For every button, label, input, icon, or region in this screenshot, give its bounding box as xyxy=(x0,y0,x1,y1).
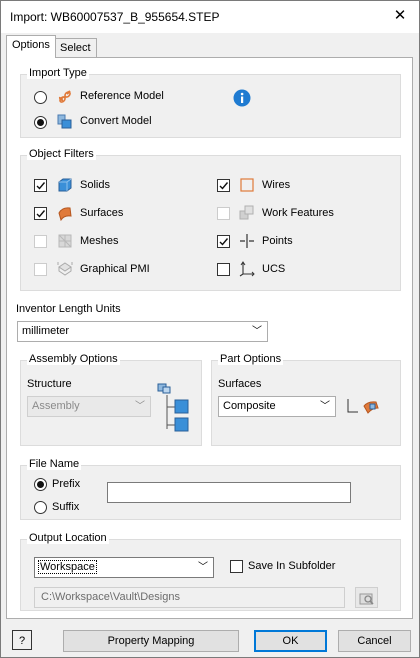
convert-model-icon xyxy=(57,114,72,129)
output-location-title: Output Location xyxy=(27,532,109,544)
surfaces-icon xyxy=(58,207,72,221)
surfaces-checkbox[interactable] xyxy=(34,207,47,220)
tab-select[interactable]: Select xyxy=(54,38,97,58)
import-type-title: Import Type xyxy=(27,67,89,79)
file-name-title: File Name xyxy=(27,458,82,470)
meshes-checkbox[interactable] xyxy=(34,235,47,248)
structure-dropdown[interactable]: Assembly ﹀ xyxy=(27,396,151,417)
help-button[interactable]: ? xyxy=(12,630,32,650)
object-filters-group: Object Filters Solids Wires Surfaces Wor… xyxy=(20,148,401,291)
browse-icon xyxy=(359,593,374,605)
surfaces-option-label: Surfaces xyxy=(218,378,262,390)
reference-model-label: Reference Model xyxy=(80,90,164,102)
window-title: Import: WB60007537_B_955654.STEP xyxy=(10,10,220,24)
ucs-icon xyxy=(239,261,255,277)
link-icon xyxy=(58,90,71,103)
work-features-label: Work Features xyxy=(262,207,334,219)
browse-button[interactable] xyxy=(355,587,378,608)
chevron-down-icon: ﹀ xyxy=(198,562,208,573)
options-panel: Import Type Reference Model Convert Mode… xyxy=(6,57,413,619)
assembly-structure-icon xyxy=(157,383,189,432)
surfaces-value: Composite xyxy=(223,400,276,412)
output-location-group: Output Location Workspace ﹀ Save In Subf… xyxy=(20,532,401,611)
save-in-subfolder-label: Save In Subfolder xyxy=(248,560,336,572)
wires-label: Wires xyxy=(262,179,291,191)
file-name-group: File Name Prefix Suffix xyxy=(20,458,401,520)
ucs-checkbox[interactable] xyxy=(217,263,230,276)
points-icon xyxy=(240,234,254,248)
part-options-title: Part Options xyxy=(218,353,284,365)
tab-options[interactable]: Options xyxy=(6,35,56,58)
chevron-down-icon: ﹀ xyxy=(320,401,330,412)
file-name-input[interactable] xyxy=(107,482,351,503)
graphical-pmi-label: Graphical PMI xyxy=(80,263,150,275)
chevron-down-icon: ﹀ xyxy=(135,401,145,412)
points-label: Points xyxy=(262,235,293,247)
title-bar: Import: WB60007537_B_955654.STEP ✕ xyxy=(1,1,419,33)
wires-checkbox[interactable] xyxy=(217,179,230,192)
solids-icon xyxy=(58,178,72,192)
structure-value: Assembly xyxy=(32,400,80,412)
convert-model-label: Convert Model xyxy=(80,115,152,127)
prefix-radio[interactable] xyxy=(34,478,47,491)
work-features-icon xyxy=(239,205,254,220)
cancel-button[interactable]: Cancel xyxy=(338,630,411,652)
part-options-group: Part Options Surfaces Composite ﹀ xyxy=(211,353,401,446)
ucs-label: UCS xyxy=(262,263,286,275)
pmi-icon xyxy=(57,262,73,276)
length-units-dropdown[interactable]: millimeter ﹀ xyxy=(17,321,268,342)
import-dialog: Import: WB60007537_B_955654.STEP ✕ Optio… xyxy=(0,0,420,658)
help-icon: ? xyxy=(18,635,26,647)
output-path-field[interactable]: C:\Workspace\Vault\Designs xyxy=(34,587,345,608)
structure-label: Structure xyxy=(27,378,72,390)
surfaces-dropdown[interactable]: Composite ﹀ xyxy=(218,396,336,417)
solids-label: Solids xyxy=(80,179,110,191)
location-dropdown[interactable]: Workspace ﹀ xyxy=(34,557,214,578)
work-features-checkbox[interactable] xyxy=(217,207,230,220)
assembly-options-title: Assembly Options xyxy=(27,353,120,365)
graphical-pmi-checkbox[interactable] xyxy=(34,263,47,276)
suffix-label: Suffix xyxy=(52,501,80,513)
prefix-label: Prefix xyxy=(52,478,81,490)
import-type-group: Import Type Reference Model Convert Mode… xyxy=(20,67,401,138)
chevron-down-icon: ﹀ xyxy=(252,326,262,337)
close-button[interactable]: ✕ xyxy=(391,7,409,25)
save-in-subfolder-checkbox[interactable] xyxy=(230,560,243,573)
property-mapping-button[interactable]: Property Mapping xyxy=(63,630,239,652)
info-icon[interactable] xyxy=(233,89,251,107)
object-filters-title: Object Filters xyxy=(27,148,96,160)
solids-checkbox[interactable] xyxy=(34,179,47,192)
length-units-label: Inventor Length Units xyxy=(16,303,121,315)
wires-icon xyxy=(240,178,254,192)
meshes-label: Meshes xyxy=(80,235,119,247)
surfaces-label: Surfaces xyxy=(80,207,124,219)
meshes-icon xyxy=(58,234,72,248)
points-checkbox[interactable] xyxy=(217,235,230,248)
output-path-value: C:\Workspace\Vault\Designs xyxy=(41,591,180,603)
composite-surface-icon xyxy=(347,399,379,414)
length-units-value: millimeter xyxy=(22,325,70,337)
reference-model-radio[interactable] xyxy=(34,91,47,104)
assembly-options-group: Assembly Options Structure Assembly ﹀ xyxy=(20,353,202,446)
ok-button[interactable]: OK xyxy=(254,630,327,652)
suffix-radio[interactable] xyxy=(34,501,47,514)
convert-model-radio[interactable] xyxy=(34,116,47,129)
location-value: Workspace xyxy=(38,560,97,574)
